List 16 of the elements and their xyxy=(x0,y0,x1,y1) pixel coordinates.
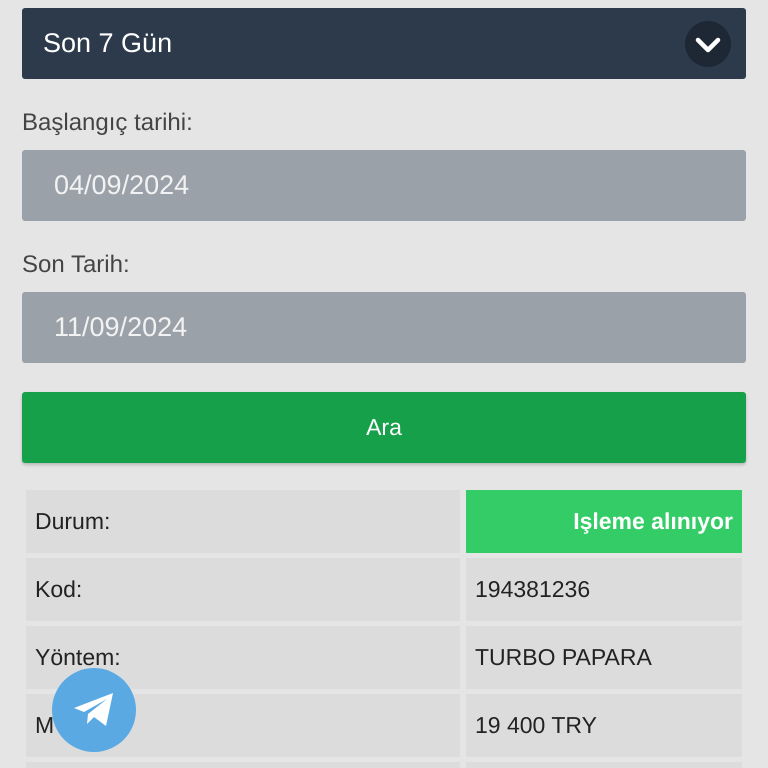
search-button[interactable]: Ara xyxy=(22,392,746,463)
table-cell: 194381236 xyxy=(466,558,742,621)
table-cell: 19 400 TRY xyxy=(466,694,742,757)
period-dropdown[interactable]: Son 7 Gün xyxy=(22,8,746,79)
paper-plane-icon xyxy=(72,691,116,729)
start-date-field[interactable]: 04/09/2024 xyxy=(22,150,746,221)
dropdown-value: Son 7 Gün xyxy=(43,28,172,59)
chevron-down-icon xyxy=(685,20,731,66)
table-cell: Durum: xyxy=(26,490,460,553)
table-cell: Kod: xyxy=(26,558,460,621)
status-badge: Işleme alınıyor xyxy=(466,490,742,553)
table-cell: Yöntem: xyxy=(26,626,460,689)
table-cell: TURBO PAPARA xyxy=(466,626,742,689)
end-date-field[interactable]: 11/09/2024 xyxy=(22,292,746,363)
field-label: Başlangıç tarihi: xyxy=(22,109,194,137)
field-label: Son Tarih: xyxy=(22,251,131,279)
